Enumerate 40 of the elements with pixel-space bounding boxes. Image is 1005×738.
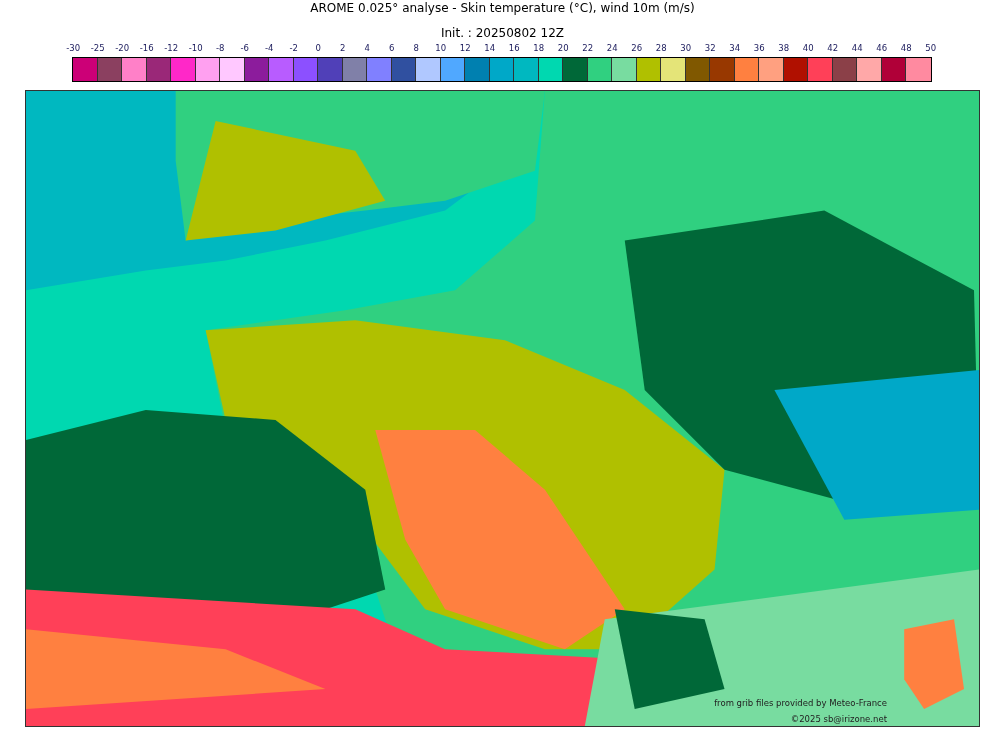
colorbar-tick-label: -6 (239, 42, 250, 54)
colorbar-tick-label: 32 (703, 42, 717, 54)
colorbar-tick-label: 36 (752, 42, 766, 54)
colorbar-tick-label: 16 (507, 42, 521, 54)
colorbar-tick-label: 6 (388, 42, 396, 54)
colorbar-tick-label: 48 (899, 42, 913, 54)
colorbar-tick-label: 20 (556, 42, 570, 54)
copyright-text: ©2025 sb@irizone.net (790, 714, 887, 724)
colorbar-tick-label: 18 (532, 42, 546, 54)
colorbar-tick-label: 10 (434, 42, 448, 54)
colorbar-tick-label: 26 (630, 42, 644, 54)
colorbar-tick-label: 4 (363, 42, 371, 54)
colorbar-tick-label: 12 (458, 42, 472, 54)
colorbar-tick-label: -12 (163, 42, 180, 54)
colorbar-tick-label: 2 (339, 42, 347, 54)
colorbar-tick-label: 24 (605, 42, 619, 54)
colorbar-tick-label: 14 (483, 42, 497, 54)
colorbar-tick-label: 40 (801, 42, 815, 54)
colorbar-tick-label: 22 (581, 42, 595, 54)
colorbar-tick-label: -20 (114, 42, 131, 54)
colorbar-tick-label: 38 (777, 42, 791, 54)
colorbar-tick-label: 8 (412, 42, 420, 54)
colorbar-tick-label: -8 (215, 42, 226, 54)
colorbar-tick-label: -30 (65, 42, 82, 54)
colorbar-tick-label: -16 (138, 42, 155, 54)
colorbar-tick-label: -2 (288, 42, 299, 54)
colorbar-tick-label: 44 (850, 42, 864, 54)
colorbar-tick-label: 50 (924, 42, 938, 54)
source-credit: from grib files provided by Meteo-France (714, 698, 887, 708)
chart-subtitle: Init. : 20250802 12Z (440, 26, 565, 40)
colorbar-tick-label: 34 (728, 42, 742, 54)
colorbar-tick-label: 46 (875, 42, 889, 54)
colorbar-tick-label: 28 (654, 42, 668, 54)
colorbar-tick-label: 0 (314, 42, 322, 54)
colorbar-tick-label: -25 (89, 42, 106, 54)
colorbar-tick-label: 30 (679, 42, 693, 54)
colorbar-tick-label: -10 (187, 42, 204, 54)
colorbar-tick-label: -4 (264, 42, 275, 54)
chart-title: AROME 0.025° analyse - Skin temperature (°C), wind 10m (m/s) (310, 1, 695, 15)
colorbar-tick-label: 42 (826, 42, 840, 54)
